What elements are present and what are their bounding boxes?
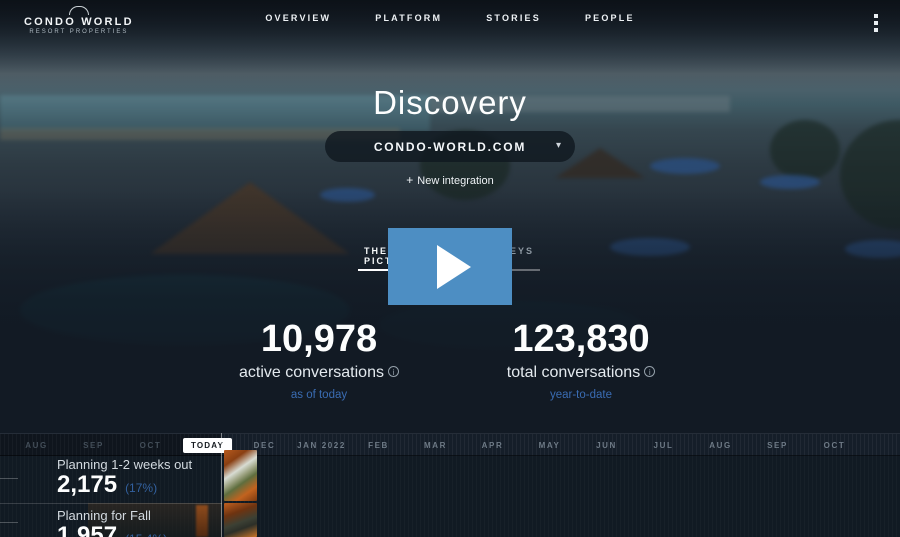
play-icon bbox=[437, 244, 471, 289]
stat-label-text: total conversations bbox=[506, 363, 641, 381]
row-edge-tick bbox=[0, 478, 18, 479]
active-conversations-label: active conversations i bbox=[219, 364, 419, 382]
journey-percent: (17%) bbox=[125, 481, 158, 495]
stat-label-text: active conversations bbox=[239, 363, 384, 381]
integration-selector-value: CONDO-WORLD.COM bbox=[373, 139, 527, 154]
total-conversations-stat: 123,830 total conversations i year-to-dat… bbox=[481, 318, 681, 401]
umbrella-decor bbox=[650, 158, 720, 174]
journey-count: 1,957 bbox=[57, 522, 118, 537]
timeline-ruler[interactable]: AUG SEP OCT TODAY DEC JAN 2022 FEB MAR A… bbox=[0, 433, 900, 456]
month-label: FEB bbox=[368, 440, 389, 450]
total-conversations-value: 123,830 bbox=[512, 318, 650, 360]
foliage-decor bbox=[196, 505, 208, 537]
month-label: JUN bbox=[596, 440, 617, 450]
month-label: APR bbox=[481, 440, 504, 450]
top-header: CONDO WORLD RESORT PROPERTIES OVERVIEW P… bbox=[0, 0, 900, 40]
page-title: Discovery bbox=[373, 84, 527, 121]
journey-percent: (15.4%) bbox=[125, 532, 167, 537]
active-conversations-stat: 10,978 active conversations i as of today bbox=[219, 318, 419, 401]
main-nav: OVERVIEW PLATFORM STORIES PEOPLE bbox=[0, 13, 900, 23]
info-icon[interactable]: i bbox=[387, 365, 399, 377]
month-label: AUG bbox=[25, 440, 48, 450]
new-integration-button[interactable]: + New integration bbox=[0, 173, 900, 187]
discovery-page: CONDO WORLD RESORT PROPERTIES OVERVIEW P… bbox=[0, 0, 900, 537]
journey-value: 1,957 (15.4%) bbox=[57, 522, 167, 537]
nav-item-stories[interactable]: STORIES bbox=[486, 13, 541, 23]
active-conversations-value: 10,978 bbox=[260, 318, 378, 360]
month-label: OCT bbox=[823, 440, 846, 450]
row-edge-tick bbox=[0, 522, 18, 523]
row-divider bbox=[0, 503, 222, 504]
nav-item-platform[interactable]: PLATFORM bbox=[375, 13, 442, 23]
month-label: SEP bbox=[767, 440, 788, 450]
month-label: OCT bbox=[139, 440, 162, 450]
journey-count: 2,175 bbox=[57, 471, 118, 498]
active-conversations-sublabel[interactable]: as of today bbox=[219, 389, 419, 401]
journey-label[interactable]: Planning for Fall bbox=[57, 508, 151, 523]
conversation-stats: 10,978 active conversations i as of today… bbox=[0, 318, 900, 401]
journey-value: 2,175 (17%) bbox=[57, 471, 157, 499]
kebab-menu-icon[interactable] bbox=[870, 14, 882, 34]
total-conversations-label: total conversations i bbox=[481, 364, 681, 382]
chevron-down-icon: ▾ bbox=[555, 140, 561, 151]
month-label: DEC bbox=[253, 440, 276, 450]
journey-label[interactable]: Planning 1-2 weeks out bbox=[57, 457, 192, 472]
month-label: SEP bbox=[83, 440, 104, 450]
plus-icon: + bbox=[406, 173, 414, 187]
total-conversations-sublabel[interactable]: year-to-date bbox=[481, 389, 681, 401]
new-integration-label: New integration bbox=[417, 175, 494, 187]
integration-selector[interactable]: CONDO-WORLD.COM ▾ bbox=[325, 131, 575, 162]
month-label: JUL bbox=[653, 440, 674, 450]
month-label: AUG bbox=[709, 440, 732, 450]
month-label: MAR bbox=[423, 440, 448, 450]
nav-item-overview[interactable]: OVERVIEW bbox=[265, 13, 331, 23]
month-label: MAY bbox=[538, 440, 561, 450]
timeline-months: AUG SEP OCT TODAY DEC JAN 2022 FEB MAR A… bbox=[8, 434, 863, 456]
today-marker-line bbox=[221, 433, 222, 537]
palm-decor bbox=[770, 120, 840, 180]
brand-tagline: RESORT PROPERTIES bbox=[29, 29, 129, 35]
month-label: JAN 2022 bbox=[297, 440, 346, 450]
journey-thumbnail[interactable] bbox=[224, 450, 257, 501]
nav-item-people[interactable]: PEOPLE bbox=[585, 13, 635, 23]
video-play-button[interactable] bbox=[388, 228, 512, 305]
journey-thumbnail[interactable] bbox=[224, 503, 257, 537]
info-icon[interactable]: i bbox=[644, 365, 656, 377]
